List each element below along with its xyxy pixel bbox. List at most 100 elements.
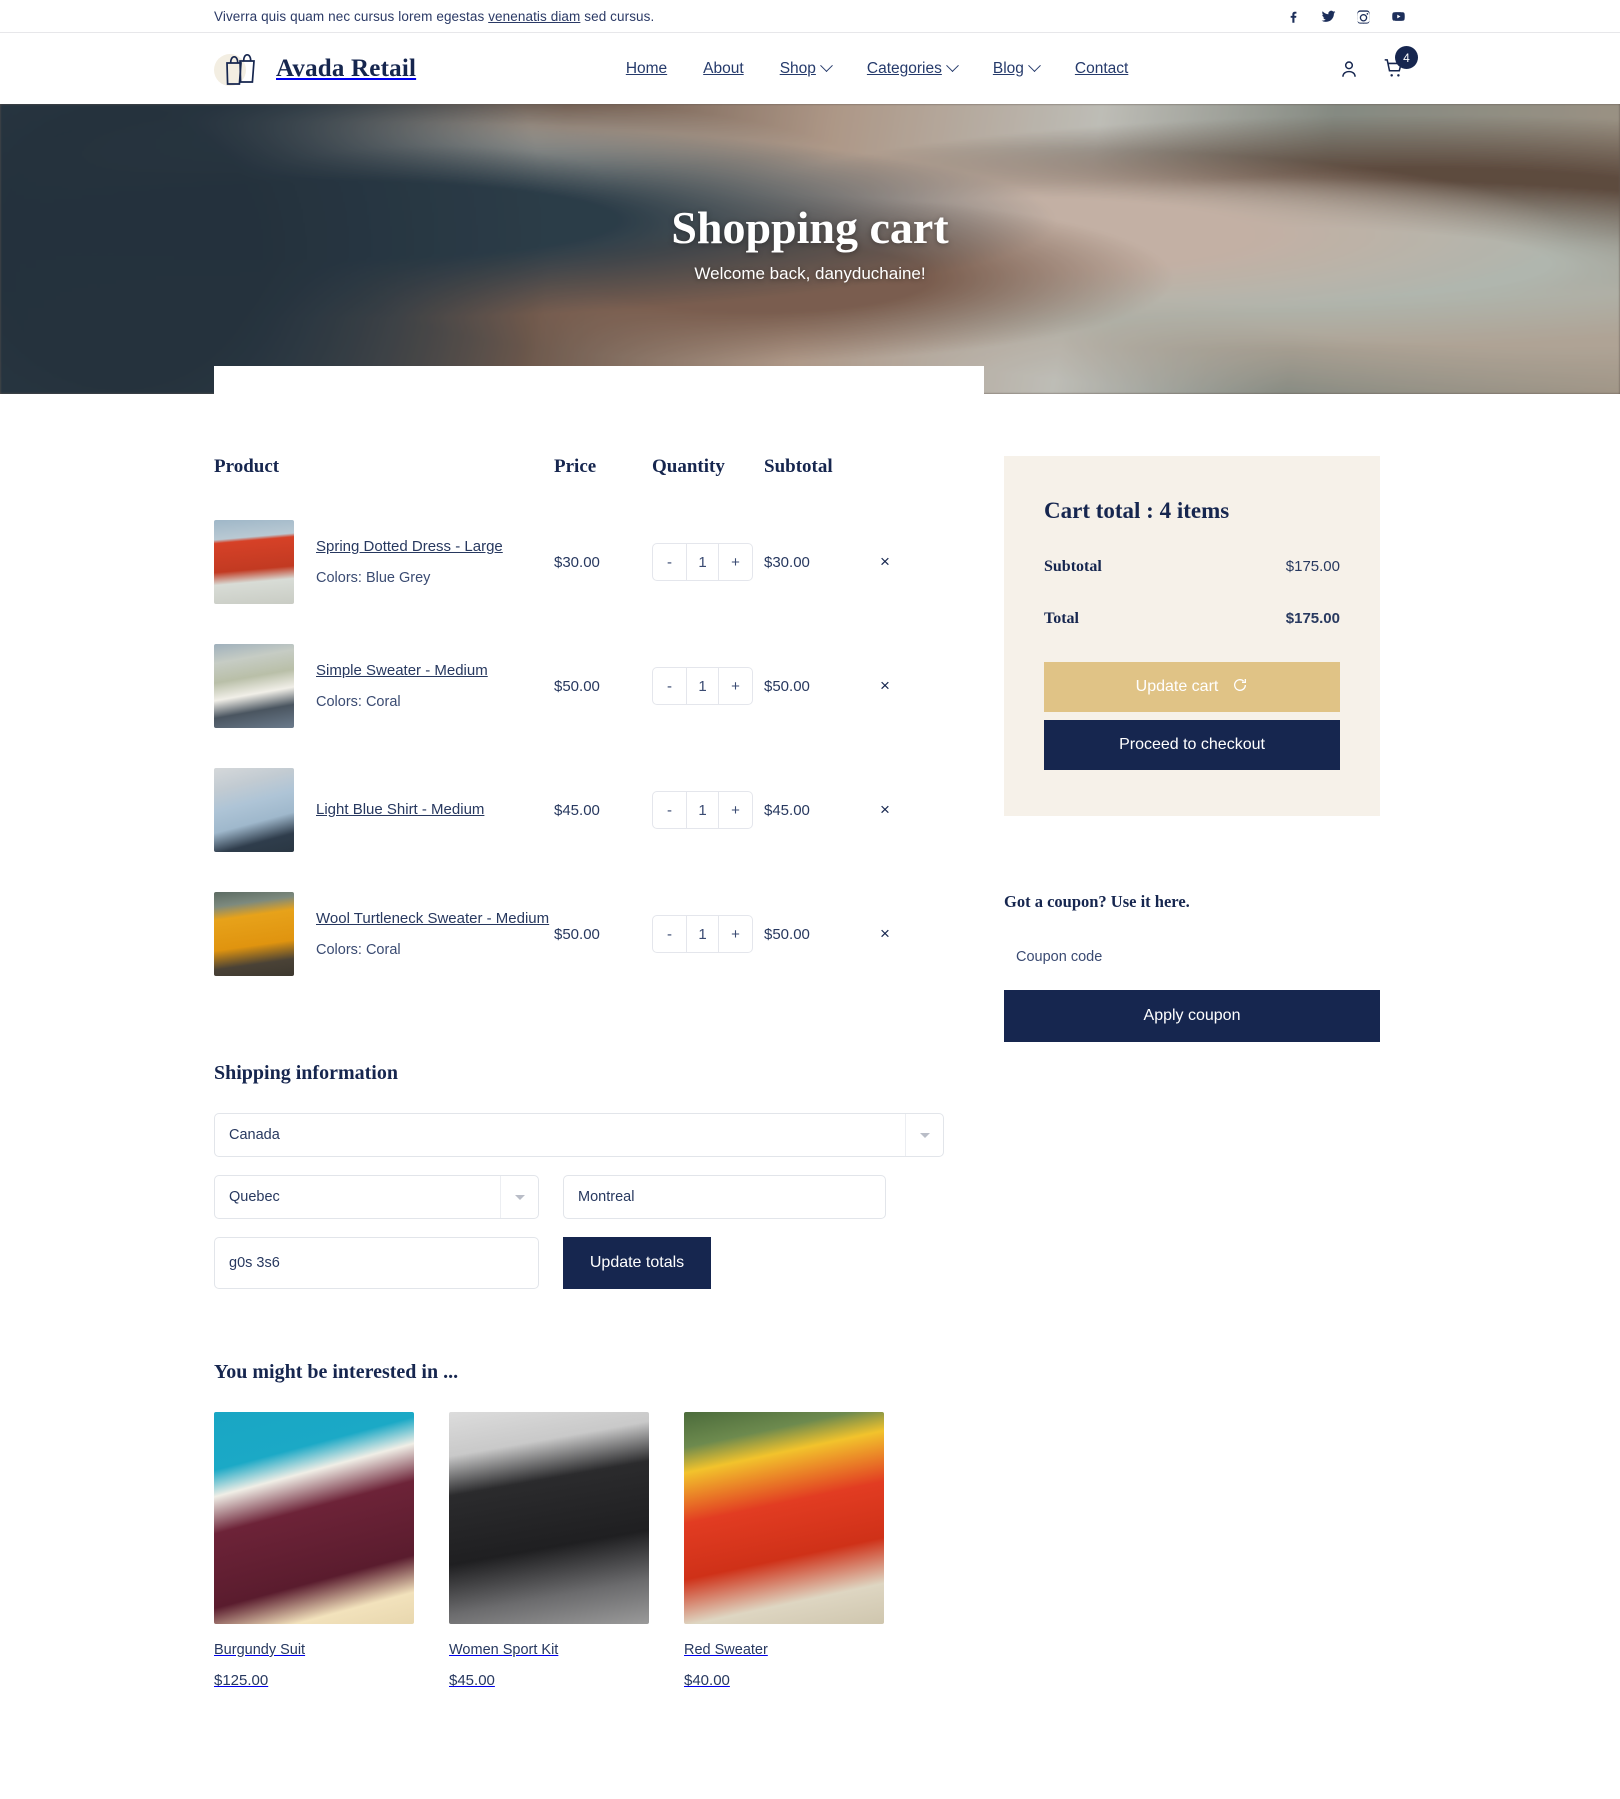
quantity-decrement-button[interactable]: - [653, 668, 686, 704]
product-thumbnail[interactable] [214, 644, 294, 728]
product-name-link[interactable]: Wool Turtleneck Sweater - Medium [316, 910, 549, 928]
quantity-increment-button[interactable]: + [719, 544, 752, 580]
product-name-link[interactable]: Spring Dotted Dress - Large [316, 538, 503, 556]
recommended-product-name: Red Sweater [684, 1642, 768, 1658]
quantity-cell: - 1 + [652, 667, 764, 705]
remove-cell: × [880, 676, 944, 696]
quantity-increment-button[interactable]: + [719, 916, 752, 952]
remove-cell: × [880, 552, 944, 572]
quantity-stepper[interactable]: - 1 + [652, 915, 753, 953]
instagram-icon[interactable] [1356, 9, 1371, 24]
remove-cell: × [880, 924, 944, 944]
list-item[interactable]: Red Sweater $40.00 [684, 1412, 884, 1689]
brand-logo-link[interactable]: Avada Retail [214, 48, 416, 90]
chevron-down-icon [500, 1176, 538, 1218]
product-thumbnail[interactable] [214, 768, 294, 852]
chevron-down-icon [820, 59, 833, 73]
coupon-title: Got a coupon? Use it here. [1004, 892, 1190, 911]
update-totals-button[interactable]: Update totals [563, 1237, 711, 1289]
product-subtotal: $50.00 [764, 677, 810, 695]
quantity-cell: - 1 + [652, 791, 764, 829]
quantity-stepper[interactable]: - 1 + [652, 543, 753, 581]
nav-item-about[interactable]: About [703, 60, 744, 78]
recommended-product-name: Burgundy Suit [214, 1642, 306, 1658]
product-thumbnail[interactable] [214, 892, 294, 976]
shopping-bags-logo-icon [214, 48, 266, 90]
coupon-code-input[interactable] [1004, 938, 1380, 976]
twitter-icon[interactable] [1321, 9, 1336, 24]
quantity-decrement-button[interactable]: - [653, 916, 686, 952]
nav-item-shop[interactable]: Shop [780, 59, 833, 78]
list-item[interactable]: Burgundy Suit $125.00 [214, 1412, 414, 1689]
product-subtotal: $30.00 [764, 553, 810, 571]
product-cell: Wool Turtleneck Sweater - Medium Colors:… [214, 892, 554, 976]
subtotal-row: Subtotal $175.00 [1044, 558, 1340, 576]
quantity-increment-button[interactable]: + [719, 668, 752, 704]
welcome-message: Welcome back, danyduchaine! [694, 264, 926, 284]
product-thumbnail[interactable] [214, 520, 294, 604]
city-field[interactable]: Montreal [563, 1175, 886, 1219]
brand-name: Avada Retail [276, 54, 417, 82]
quantity-decrement-button[interactable]: - [653, 544, 686, 580]
quantity-value[interactable]: 1 [686, 792, 719, 828]
proceed-to-checkout-button[interactable]: Proceed to checkout [1044, 720, 1340, 770]
remove-item-button[interactable]: × [880, 800, 890, 820]
remove-cell: × [880, 800, 944, 820]
state-select[interactable]: Quebec [214, 1175, 539, 1219]
column-header-quantity: Quantity [652, 456, 725, 477]
list-item[interactable]: Women Sport Kit $45.00 [449, 1412, 649, 1689]
remove-item-button[interactable]: × [880, 676, 890, 696]
youtube-icon[interactable] [1391, 9, 1406, 24]
nav-item-home[interactable]: Home [626, 60, 667, 78]
facebook-icon[interactable] [1286, 9, 1301, 24]
product-info: Simple Sweater - Medium Colors: Coral [316, 662, 488, 710]
recommended-product-name: Women Sport Kit [449, 1642, 559, 1658]
apply-coupon-button[interactable]: Apply coupon [1004, 990, 1380, 1042]
product-name-link[interactable]: Light Blue Shirt - Medium [316, 801, 484, 819]
announcement-link[interactable]: venenatis diam [488, 9, 580, 24]
quantity-increment-button[interactable]: + [719, 792, 752, 828]
city-field-value: Montreal [578, 1189, 635, 1205]
product-name-link[interactable]: Simple Sweater - Medium [316, 662, 488, 680]
column-header-subtotal: Subtotal [764, 456, 833, 477]
product-colors: Colors: Coral [316, 694, 401, 710]
announcement-text-after: sed cursus. [580, 8, 655, 24]
cart-icon[interactable]: 4 [1382, 46, 1418, 80]
nav-item-categories[interactable]: Categories [866, 59, 959, 78]
announcement-text: Viverra quis quam nec cursus lorem egest… [214, 9, 1286, 24]
nav-item-contact[interactable]: Contact [1075, 60, 1128, 78]
state-select-value: Quebec [229, 1189, 280, 1205]
table-row: Simple Sweater - Medium Colors: Coral $5… [214, 624, 944, 748]
user-icon[interactable] [1338, 58, 1360, 80]
remove-item-button[interactable]: × [880, 924, 890, 944]
country-select-value: Canada [229, 1127, 280, 1143]
postal-code-field[interactable]: g0s 3s6 [214, 1237, 539, 1289]
quantity-value[interactable]: 1 [686, 668, 719, 704]
quantity-cell: - 1 + [652, 915, 764, 953]
quantity-stepper[interactable]: - 1 + [652, 667, 753, 705]
country-select[interactable]: Canada [214, 1113, 944, 1157]
nav-item-blog[interactable]: Blog [993, 59, 1041, 78]
update-cart-button[interactable]: Update cart [1044, 662, 1340, 712]
nav-item-categories-label: Categories [866, 59, 942, 77]
product-subtotal: $45.00 [764, 801, 810, 819]
column-header-product: Product [214, 456, 280, 477]
postal-update-row: g0s 3s6 Update totals [214, 1237, 944, 1289]
quantity-value[interactable]: 1 [686, 916, 719, 952]
recommended-product-price: $125.00 [214, 1672, 269, 1689]
recommendations-grid: Burgundy Suit $125.00 Women Sport Kit $4… [214, 1412, 944, 1689]
recommended-product-image [449, 1412, 649, 1624]
table-row: Wool Turtleneck Sweater - Medium Colors:… [214, 872, 944, 996]
site-header: Avada Retail Home About Shop Categories … [0, 33, 1620, 104]
chevron-down-icon [1028, 59, 1041, 73]
page-bottom-spacer [0, 1689, 1620, 1799]
state-city-row: Quebec Montreal [214, 1175, 944, 1219]
quantity-stepper[interactable]: - 1 + [652, 791, 753, 829]
nav-item-about-label: About [703, 59, 744, 77]
quantity-decrement-button[interactable]: - [653, 792, 686, 828]
hero-white-card [214, 366, 984, 394]
quantity-value[interactable]: 1 [686, 544, 719, 580]
announcement-text-before: Viverra quis quam nec cursus lorem egest… [214, 8, 489, 24]
remove-item-button[interactable]: × [880, 552, 890, 572]
product-info: Spring Dotted Dress - Large Colors: Blue… [316, 538, 503, 586]
